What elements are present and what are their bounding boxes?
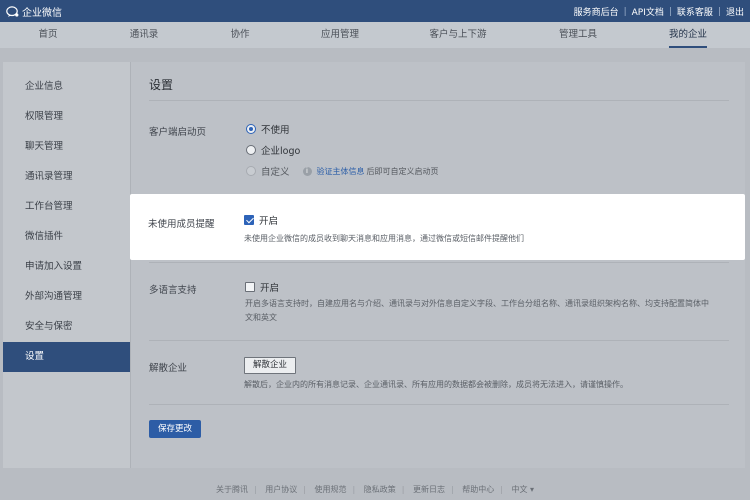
tab-collaboration[interactable]: 协作 <box>230 22 249 48</box>
dissolve-label: 解散企业 <box>149 363 188 374</box>
startup-option-logo[interactable]: 企业logo <box>246 143 300 157</box>
tab-management-tools[interactable]: 管理工具 <box>559 22 597 48</box>
separator: | <box>717 6 721 17</box>
main-nav: 首页 通讯录 协作 应用管理 客户与上下游 管理工具 我的企业 <box>0 22 750 48</box>
link-support[interactable]: 联系客服 <box>677 5 713 18</box>
tab-contacts[interactable]: 通讯录 <box>130 22 159 48</box>
footer: 关于腾讯 | 用户协议 | 使用规范 | 隐私政策 | 更新日志 | 帮助中心 | 中文 ▾ <box>0 484 750 495</box>
sidebar-item-permissions[interactable]: 权限管理 <box>3 102 130 132</box>
sidebar-item-settings[interactable]: 设置 <box>3 342 130 372</box>
app-name: 企业微信 <box>22 8 62 19</box>
tab-customers[interactable]: 客户与上下游 <box>429 22 486 48</box>
info-icon: i <box>302 166 312 176</box>
unused-reminder-row: 未使用成员提醒 开启 未使用企业微信的成员收到聊天消息和应用消息，通过微信或短信… <box>130 194 745 260</box>
language-select[interactable]: 中文 ▾ <box>511 485 534 494</box>
footer-link-privacy[interactable]: 隐私政策 <box>364 485 396 494</box>
sidebar-item-external-comm[interactable]: 外部沟通管理 <box>3 282 130 312</box>
unused-reminder-hint: 未使用企业微信的成员收到聊天消息和应用消息，通过微信或短信邮件提醒他们 <box>244 234 524 243</box>
custom-hint: 后即可自定义启动页 <box>366 166 439 176</box>
save-button[interactable]: 保存更改 <box>149 420 202 438</box>
separator: | <box>401 485 405 494</box>
app-logo[interactable]: 企业微信 <box>6 4 62 19</box>
radio-logo[interactable] <box>246 145 256 155</box>
dissolve-hint: 解散后，企业内的所有消息记录、企业通讯录、所有应用的数据都会被删除，成员将无法进… <box>244 380 628 389</box>
separator: | <box>303 485 306 494</box>
multilang-checkbox[interactable] <box>245 282 255 292</box>
startup-option-logo-label: 企业logo <box>261 146 301 157</box>
top-bar: 企业微信 服务商后台 | API文档 | 联系客服 | 退出 <box>0 0 750 22</box>
wecom-logo-icon <box>6 5 19 17</box>
tab-home[interactable]: 首页 <box>38 22 57 48</box>
page-title: 设置 <box>149 78 174 92</box>
multilang-toggle[interactable]: 开启 <box>245 280 279 294</box>
footer-link-terms[interactable]: 用户协议 <box>265 485 297 494</box>
multilang-label: 多语言支持 <box>149 285 197 296</box>
footer-link-rules[interactable]: 使用规范 <box>314 485 346 494</box>
startup-option-custom-label: 自定义 <box>261 167 290 178</box>
startup-option-custom: 自定义 i 验证主体信息 后即可自定义启动页 <box>246 164 439 178</box>
link-logout[interactable]: 退出 <box>726 5 744 18</box>
sidebar-item-contacts[interactable]: 通讯录管理 <box>3 162 130 192</box>
sidebar-item-enterprise-info[interactable]: 企业信息 <box>3 72 130 102</box>
divider <box>149 404 729 405</box>
link-provider-console[interactable]: 服务商后台 <box>574 5 619 18</box>
startup-option-none-label: 不使用 <box>261 125 290 136</box>
unused-reminder-checkbox[interactable] <box>244 215 254 225</box>
separator: | <box>253 485 257 494</box>
sidebar-item-security[interactable]: 安全与保密 <box>3 312 130 342</box>
unused-reminder-label: 未使用成员提醒 <box>148 219 215 230</box>
divider <box>149 340 729 341</box>
multilang-hint-line1: 开启多语言支持时，自建应用名与介绍、通讯录与对外信息自定义字段、工作台分组名称、… <box>245 299 709 308</box>
radio-custom <box>246 166 256 176</box>
multilang-checkbox-label: 开启 <box>260 283 280 294</box>
separator: | <box>623 6 627 17</box>
sidebar: 企业信息 权限管理 聊天管理 通讯录管理 工作台管理 微信插件 申请加入设置 外… <box>3 62 130 468</box>
multilang-hint-line2: 文和英文 <box>245 313 277 322</box>
link-api-docs[interactable]: API文档 <box>632 5 664 18</box>
tab-app-management[interactable]: 应用管理 <box>321 22 359 48</box>
footer-link-help[interactable]: 帮助中心 <box>462 485 494 494</box>
footer-link-about[interactable]: 关于腾讯 <box>216 485 248 494</box>
separator: | <box>668 6 672 17</box>
unused-reminder-toggle[interactable]: 开启 <box>244 213 278 227</box>
settings-panel: 设置 客户端启动页 不使用 企业logo 自定义 i 验证主体信息 后即可自定义… <box>130 62 745 468</box>
startup-label: 客户端启动页 <box>149 127 207 138</box>
tab-my-enterprise[interactable]: 我的企业 <box>668 22 708 48</box>
separator: | <box>352 485 356 494</box>
sidebar-item-wechat-plugin[interactable]: 微信插件 <box>3 222 130 252</box>
sidebar-item-workbench[interactable]: 工作台管理 <box>3 192 130 222</box>
top-links: 服务商后台 | API文档 | 联系客服 | 退出 <box>574 5 744 19</box>
startup-option-none[interactable]: 不使用 <box>246 122 290 136</box>
multilang-hint: 开启多语言支持时，自建应用名与介绍、通讯录与对外信息自定义字段、工作台分组名称、… <box>245 297 709 325</box>
unused-reminder-checkbox-label: 开启 <box>259 216 279 227</box>
divider <box>149 262 729 263</box>
content-container: 企业信息 权限管理 聊天管理 通讯录管理 工作台管理 微信插件 申请加入设置 外… <box>3 62 745 468</box>
footer-link-changelog[interactable]: 更新日志 <box>413 485 445 494</box>
dissolve-button[interactable]: 解散企业 <box>244 357 297 374</box>
radio-none[interactable] <box>246 124 256 134</box>
sidebar-item-chat[interactable]: 聊天管理 <box>3 132 130 162</box>
divider <box>149 100 729 101</box>
sidebar-item-join-settings[interactable]: 申请加入设置 <box>3 252 130 282</box>
separator: | <box>450 485 454 494</box>
verify-entity-link[interactable]: 验证主体信息 <box>317 166 365 177</box>
separator: | <box>500 485 503 494</box>
